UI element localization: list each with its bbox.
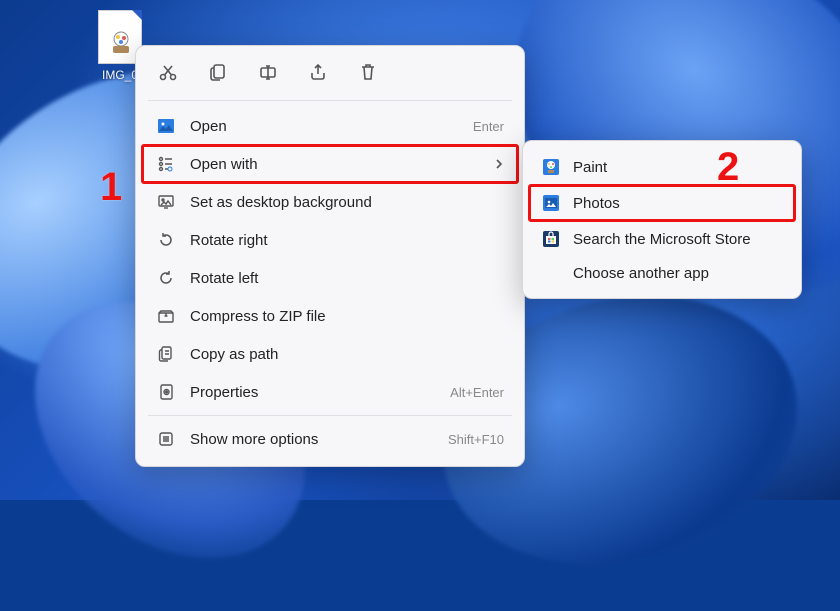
menu-show-more[interactable]: Show more options Shift+F10: [142, 420, 518, 458]
menu-set-background[interactable]: Set as desktop background: [142, 183, 518, 221]
submenu-label: Search the Microsoft Store: [573, 231, 783, 248]
menu-open[interactable]: Open Enter: [142, 107, 518, 145]
divider: [148, 415, 512, 416]
menu-label: Open: [190, 118, 459, 135]
submenu-choose-app[interactable]: Choose another app: [529, 257, 795, 290]
more-icon: [156, 429, 176, 449]
menu-label: Rotate left: [190, 270, 504, 287]
chevron-right-icon: [494, 158, 504, 170]
cut-button[interactable]: [154, 58, 182, 86]
openwith-icon: [156, 154, 176, 174]
menu-shortcut: Shift+F10: [448, 432, 504, 447]
menu-label: Copy as path: [190, 346, 504, 363]
share-button[interactable]: [304, 58, 332, 86]
menu-properties[interactable]: Properties Alt+Enter: [142, 373, 518, 411]
store-icon: [541, 229, 561, 249]
menu-label: Compress to ZIP file: [190, 308, 504, 325]
submenu-label: Photos: [573, 195, 783, 212]
annotation-1: 1: [100, 165, 122, 210]
submenu-store[interactable]: Search the Microsoft Store: [529, 221, 795, 257]
menu-shortcut: Alt+Enter: [450, 385, 504, 400]
menu-copy-path[interactable]: Copy as path: [142, 335, 518, 373]
zip-icon: [156, 306, 176, 326]
rotate-right-icon: [156, 230, 176, 250]
menu-rotate-left[interactable]: Rotate left: [142, 259, 518, 297]
menu-compress-zip[interactable]: Compress to ZIP file: [142, 297, 518, 335]
menu-label: Open with: [190, 156, 480, 173]
menu-open-with[interactable]: Open with: [142, 145, 518, 183]
menu-label: Show more options: [190, 431, 434, 448]
rename-button[interactable]: [254, 58, 282, 86]
menu-label: Rotate right: [190, 232, 504, 249]
menu-label: Properties: [190, 384, 436, 401]
copy-path-icon: [156, 344, 176, 364]
menu-rotate-right[interactable]: Rotate right: [142, 221, 518, 259]
submenu-photos[interactable]: Photos: [529, 185, 795, 221]
menu-shortcut: Enter: [473, 119, 504, 134]
file-label: IMG_0: [102, 68, 138, 82]
annotation-2: 2: [717, 145, 739, 190]
context-toolbar: [142, 52, 518, 96]
desktop-icon: [156, 192, 176, 212]
photos-icon: [541, 193, 561, 213]
menu-label: Set as desktop background: [190, 194, 504, 211]
paint-icon: [541, 157, 561, 177]
context-menu: Open Enter Open with Set as desktop back: [135, 45, 525, 467]
submenu-label: Choose another app: [573, 265, 783, 282]
rotate-left-icon: [156, 268, 176, 288]
openwith-submenu: Paint Photos Search the Microsoft Store …: [522, 140, 802, 299]
submenu-label: Paint: [573, 159, 783, 176]
copy-button[interactable]: [204, 58, 232, 86]
properties-icon: [156, 382, 176, 402]
delete-button[interactable]: [354, 58, 382, 86]
submenu-paint[interactable]: Paint: [529, 149, 795, 185]
divider: [148, 100, 512, 101]
image-icon: [156, 116, 176, 136]
